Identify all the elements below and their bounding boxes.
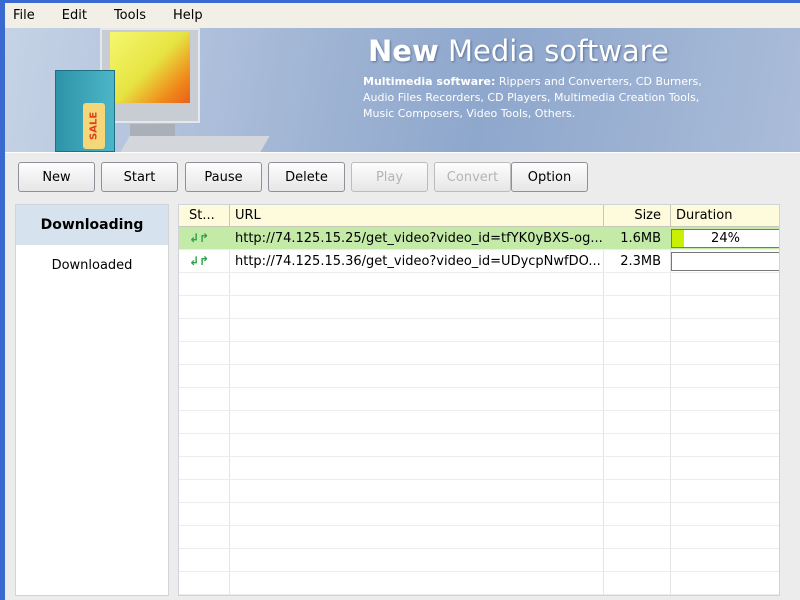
sidebar: Downloading Downloaded: [15, 204, 169, 596]
column-header-size[interactable]: Size: [634, 208, 661, 223]
sale-tag: SALE: [83, 103, 105, 149]
progress-bar: 24%: [671, 229, 779, 248]
list-body: ↲↱ http://74.125.15.25/get_video?video_i…: [179, 227, 779, 595]
menu-edit[interactable]: Edit: [54, 8, 95, 23]
empty-row: [179, 526, 779, 549]
empty-row: [179, 434, 779, 457]
menu-file[interactable]: File: [5, 8, 43, 23]
sidebar-item-downloaded[interactable]: Downloaded: [16, 245, 168, 285]
convert-button[interactable]: Convert: [434, 162, 511, 192]
computer-illustration: [100, 28, 200, 123]
column-header-status[interactable]: St...: [189, 208, 215, 223]
empty-row: [179, 365, 779, 388]
downloading-arrows-icon: ↲↱: [189, 254, 210, 268]
progress-label: 24%: [711, 231, 740, 246]
list-header: St... URL Size Duration: [179, 205, 779, 227]
sidebar-item-downloading[interactable]: Downloading: [16, 205, 168, 245]
download-list: St... URL Size Duration ↲↱ http://74.125…: [178, 204, 780, 596]
toolbar: New Start Pause Delete Play Convert Opti…: [5, 152, 800, 200]
size-cell: 2.3MB: [620, 254, 661, 269]
table-row[interactable]: ↲↱ http://74.125.15.36/get_video?video_i…: [179, 250, 779, 273]
empty-row: [179, 273, 779, 296]
empty-row: [179, 388, 779, 411]
empty-row: [179, 296, 779, 319]
banner: SALE New Media software Multimedia softw…: [5, 28, 800, 152]
menu-bar: File Edit Tools Help: [5, 3, 800, 28]
menu-tools[interactable]: Tools: [106, 8, 154, 23]
empty-row: [179, 549, 779, 572]
start-button[interactable]: Start: [101, 162, 178, 192]
empty-row: [179, 319, 779, 342]
new-button[interactable]: New: [18, 162, 95, 192]
banner-title: New Media software: [368, 34, 669, 68]
empty-row: [179, 572, 779, 595]
column-header-duration[interactable]: Duration: [676, 208, 732, 223]
delete-button[interactable]: Delete: [268, 162, 345, 192]
size-cell: 1.6MB: [620, 231, 661, 246]
option-button[interactable]: Option: [511, 162, 588, 192]
downloading-arrows-icon: ↲↱: [189, 231, 210, 245]
empty-row: [179, 342, 779, 365]
url-cell: http://74.125.15.25/get_video?video_id=t…: [235, 231, 603, 246]
progress-bar: [671, 252, 779, 271]
empty-row: [179, 480, 779, 503]
empty-row: [179, 411, 779, 434]
play-button[interactable]: Play: [351, 162, 428, 192]
pause-button[interactable]: Pause: [185, 162, 262, 192]
empty-row: [179, 457, 779, 480]
table-row[interactable]: ↲↱ http://74.125.15.25/get_video?video_i…: [179, 227, 779, 250]
column-header-url[interactable]: URL: [235, 208, 261, 223]
url-cell: http://74.125.15.36/get_video?video_id=U…: [235, 254, 601, 269]
empty-row: [179, 503, 779, 526]
keyboard-illustration: [120, 136, 270, 152]
banner-description: Multimedia software: Rippers and Convert…: [363, 75, 702, 120]
menu-help[interactable]: Help: [165, 8, 211, 23]
